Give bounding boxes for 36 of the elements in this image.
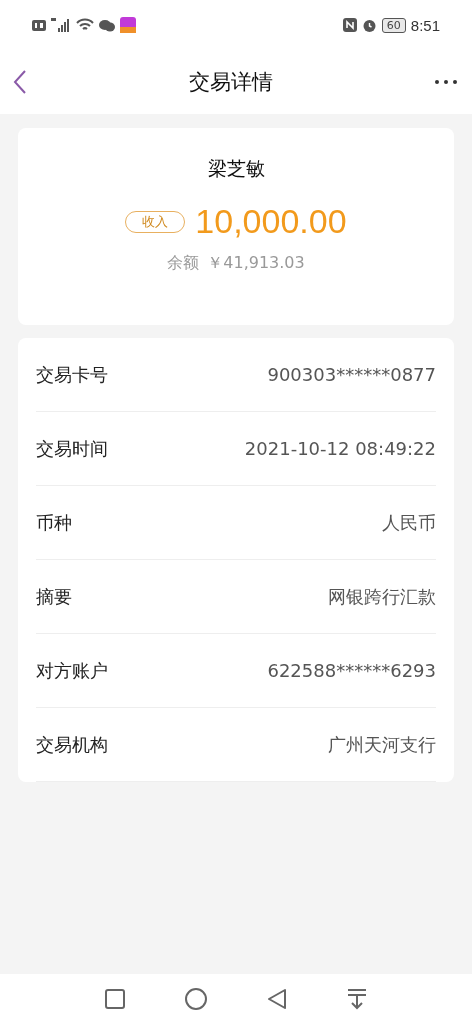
alarm-icon bbox=[361, 17, 377, 33]
back-nav-button[interactable] bbox=[267, 988, 287, 1010]
notification-button[interactable] bbox=[347, 988, 367, 1010]
more-icon bbox=[434, 79, 458, 85]
payer-name: 梁芝敏 bbox=[207, 156, 265, 181]
amount: 10,000.00 bbox=[195, 202, 347, 241]
pull-down-icon bbox=[347, 988, 367, 1010]
field-label: 对方账户 bbox=[36, 658, 108, 683]
wifi-icon bbox=[76, 18, 94, 32]
triangle-icon bbox=[267, 988, 287, 1010]
field-label: 交易机构 bbox=[36, 732, 108, 757]
field-value: 2021-10-12 08:49:22 bbox=[244, 438, 436, 459]
field-value: 622588******6293 bbox=[267, 660, 436, 681]
nfc-icon bbox=[342, 18, 357, 32]
circle-icon bbox=[185, 988, 207, 1010]
signal-icon bbox=[51, 18, 71, 32]
field-value: 900303******0877 bbox=[267, 364, 436, 385]
hd-icon bbox=[32, 19, 46, 31]
chat-icon bbox=[99, 18, 115, 32]
field-label: 交易时间 bbox=[36, 436, 108, 461]
field-label: 交易卡号 bbox=[36, 362, 108, 387]
square-icon bbox=[105, 989, 125, 1009]
field-label: 币种 bbox=[36, 510, 72, 535]
clock-time: 8:51 bbox=[410, 16, 440, 34]
balance-value: ￥41,913.03 bbox=[207, 253, 305, 274]
chevron-left-icon bbox=[12, 69, 28, 95]
field-value: 人民币 bbox=[382, 510, 436, 535]
battery-level: 60 bbox=[381, 17, 406, 33]
balance-label: 余额 bbox=[167, 253, 200, 274]
page-title: 交易详情 bbox=[189, 69, 273, 96]
home-button[interactable] bbox=[185, 988, 207, 1010]
field-value: 广州天河支行 bbox=[328, 732, 436, 757]
app-icon bbox=[120, 17, 136, 33]
recent-apps-button[interactable] bbox=[105, 989, 125, 1009]
field-value: 网银跨行汇款 bbox=[328, 584, 436, 609]
field-label: 摘要 bbox=[36, 584, 72, 609]
